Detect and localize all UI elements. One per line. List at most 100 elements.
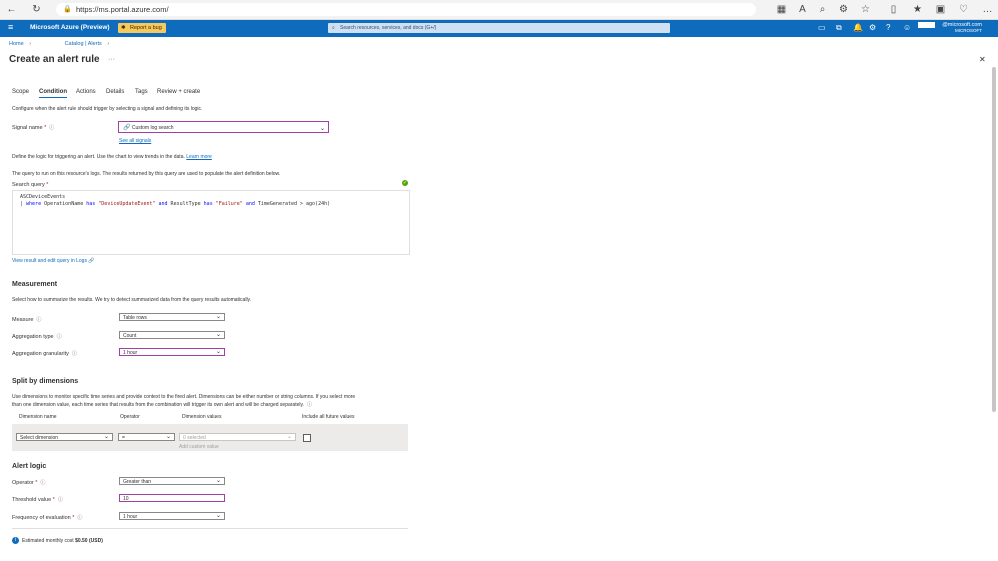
log-search-icon: 🔗 — [123, 125, 131, 131]
favorite-icon[interactable]: ☆ — [860, 4, 871, 15]
more-icon[interactable]: … — [982, 4, 993, 15]
measure-dropdown[interactable]: Table rows ⌄ — [119, 313, 225, 321]
settings-icon[interactable]: ⚙ — [869, 23, 876, 32]
aggregation-granularity-dropdown[interactable]: 1 hour ⌄ — [119, 348, 225, 356]
info-icon: ⓘ — [56, 334, 62, 340]
chevron-right-icon: › — [29, 41, 32, 47]
signal-name-value: Custom log search — [131, 125, 174, 131]
operator-select-value: = — [122, 435, 125, 441]
view-in-logs-link[interactable]: View result and edit query in Logs 🔗 — [12, 258, 95, 264]
info-icon: ⓘ — [71, 351, 77, 357]
report-bug-button[interactable]: ✱ Report a bug — [118, 23, 166, 33]
dimension-values-placeholder: 0 selected — [183, 435, 206, 441]
estimated-cost-value: $0.50 (USD) — [75, 538, 103, 544]
chevron-down-icon: ⌄ — [319, 126, 325, 132]
directory-icon[interactable]: ⧉ — [836, 23, 842, 33]
frequency-label: Frequency of evaluation * ⓘ — [12, 515, 83, 521]
col-dimension-values: Dimension values — [182, 414, 222, 420]
refresh-icon[interactable]: ↻ — [31, 4, 42, 15]
info-icon: ⓘ — [77, 515, 83, 521]
collections-icon[interactable]: ▣ — [935, 4, 946, 15]
global-search-placeholder: Search resources, services, and docs (G+… — [340, 25, 437, 31]
info-icon: ⓘ — [40, 480, 46, 486]
chevron-down-icon: ⌄ — [103, 434, 109, 440]
signal-name-dropdown[interactable]: 🔗 Custom log search ⌄ — [118, 121, 329, 133]
aggregation-type-dropdown[interactable]: Count ⌄ — [119, 331, 225, 339]
col-dimension-name: Dimension name — [19, 414, 57, 420]
info-icon: ⓘ — [49, 125, 55, 131]
chevron-down-icon: ⌄ — [215, 349, 221, 355]
measure-label: Measure ⓘ — [12, 317, 42, 323]
search-query-label: Search query * — [12, 182, 49, 188]
col-operator: Operator — [120, 414, 140, 420]
account-menu[interactable]: @microsoft.com MICROSOFT — [942, 22, 982, 34]
cloud-shell-icon[interactable]: ▭ — [818, 23, 826, 32]
query-line-2: | where OperationName has "DeviceUpdateE… — [20, 201, 331, 207]
frequency-value: 1 hour — [123, 514, 138, 520]
tab-details[interactable]: Details — [106, 89, 124, 95]
hamburger-icon[interactable]: ≡ — [8, 22, 13, 32]
chevron-down-icon: ⌄ — [215, 513, 221, 519]
dimension-select[interactable]: Select dimension ⌄ — [16, 433, 113, 441]
info-icon: ⓘ — [307, 402, 313, 408]
measurement-heading: Measurement — [12, 281, 58, 288]
chevron-down-icon: ⌄ — [215, 314, 221, 320]
tab-tags[interactable]: Tags — [135, 89, 148, 95]
extension-icon[interactable]: ⚙ — [838, 4, 849, 15]
feedback-icon[interactable]: ☺ — [903, 23, 911, 32]
signal-name-label: Signal name * ⓘ — [12, 125, 55, 131]
learn-more-link[interactable]: Learn more — [186, 154, 212, 160]
tab-condition[interactable]: Condition — [39, 89, 67, 98]
chevron-down-icon: ⌄ — [215, 332, 221, 338]
info-icon: ⓘ — [57, 497, 63, 503]
tab-review-create[interactable]: Review + create — [157, 89, 200, 95]
frequency-dropdown[interactable]: 1 hour ⌄ — [119, 512, 225, 520]
see-all-signals-link[interactable]: See all signals — [119, 138, 151, 144]
chevron-down-icon: ⌄ — [165, 434, 171, 440]
split-screen-icon[interactable]: ▯ — [888, 4, 899, 15]
tab-scope[interactable]: Scope — [12, 89, 29, 95]
chevron-right-icon: › — [107, 41, 110, 47]
help-icon[interactable]: ? — [886, 23, 890, 32]
more-actions-icon[interactable]: ··· — [108, 56, 115, 63]
aggregation-granularity-label: Aggregation granularity ⓘ — [12, 351, 77, 357]
chevron-down-icon: ⌄ — [286, 434, 292, 440]
breadcrumb-home[interactable]: Home — [9, 41, 24, 47]
aggregation-type-label: Aggregation type ⓘ — [12, 334, 62, 340]
browser-essentials-icon[interactable]: ♡ — [958, 4, 969, 15]
azure-brand[interactable]: Microsoft Azure (Preview) — [30, 24, 110, 31]
operator-select[interactable]: = ⌄ — [118, 433, 175, 441]
read-aloud-icon[interactable]: A — [797, 4, 808, 15]
info-icon: ⓘ — [36, 317, 42, 323]
add-custom-value: Add custom value — [179, 444, 219, 450]
dimension-values-select: 0 selected ⌄ — [179, 433, 296, 441]
tab-actions[interactable]: Actions — [76, 89, 96, 95]
close-icon[interactable]: ✕ — [979, 55, 986, 64]
account-redacted — [918, 22, 935, 28]
threshold-input[interactable]: 10 — [119, 494, 225, 502]
measurement-desc: Select how to summarize the results. We … — [12, 297, 252, 303]
operator-value: Greater than — [123, 479, 152, 485]
search-icon: ⌕ — [332, 25, 335, 31]
address-bar[interactable]: 🔒 https://ms.portal.azure.com/ — [56, 3, 756, 16]
back-icon[interactable]: ← — [6, 4, 17, 15]
operator-dropdown[interactable]: Greater than ⌄ — [119, 477, 225, 485]
threshold-label: Threshold value * ⓘ — [12, 497, 63, 503]
global-search-input[interactable]: ⌕ Search resources, services, and docs (… — [328, 23, 670, 33]
page-title: Create an alert rule — [9, 54, 100, 65]
azure-header: ≡ Microsoft Azure (Preview) ✱ Report a b… — [0, 20, 998, 37]
dimension-select-value: Select dimension — [20, 435, 59, 441]
report-bug-label: Report a bug — [130, 25, 162, 31]
include-future-checkbox[interactable] — [303, 434, 311, 442]
aggregation-granularity-value: 1 hour — [123, 350, 138, 356]
grid-icon[interactable]: ▦ — [776, 4, 787, 15]
favorites-icon[interactable]: ★ — [912, 4, 923, 15]
query-editor[interactable]: ASCDeviceEvents | where OperationName ha… — [12, 190, 410, 255]
notifications-icon[interactable]: 🔔 — [853, 23, 863, 32]
col-include-future: Include all future values — [302, 414, 355, 420]
define-logic-text: Define the logic for triggering an alert… — [12, 154, 212, 160]
zoom-icon[interactable]: ⌕ — [817, 4, 828, 15]
url-text: https://ms.portal.azure.com/ — [76, 5, 169, 14]
scrollbar[interactable] — [992, 67, 996, 412]
breadcrumb-catalog[interactable]: Catalog | Alerts — [65, 41, 102, 47]
